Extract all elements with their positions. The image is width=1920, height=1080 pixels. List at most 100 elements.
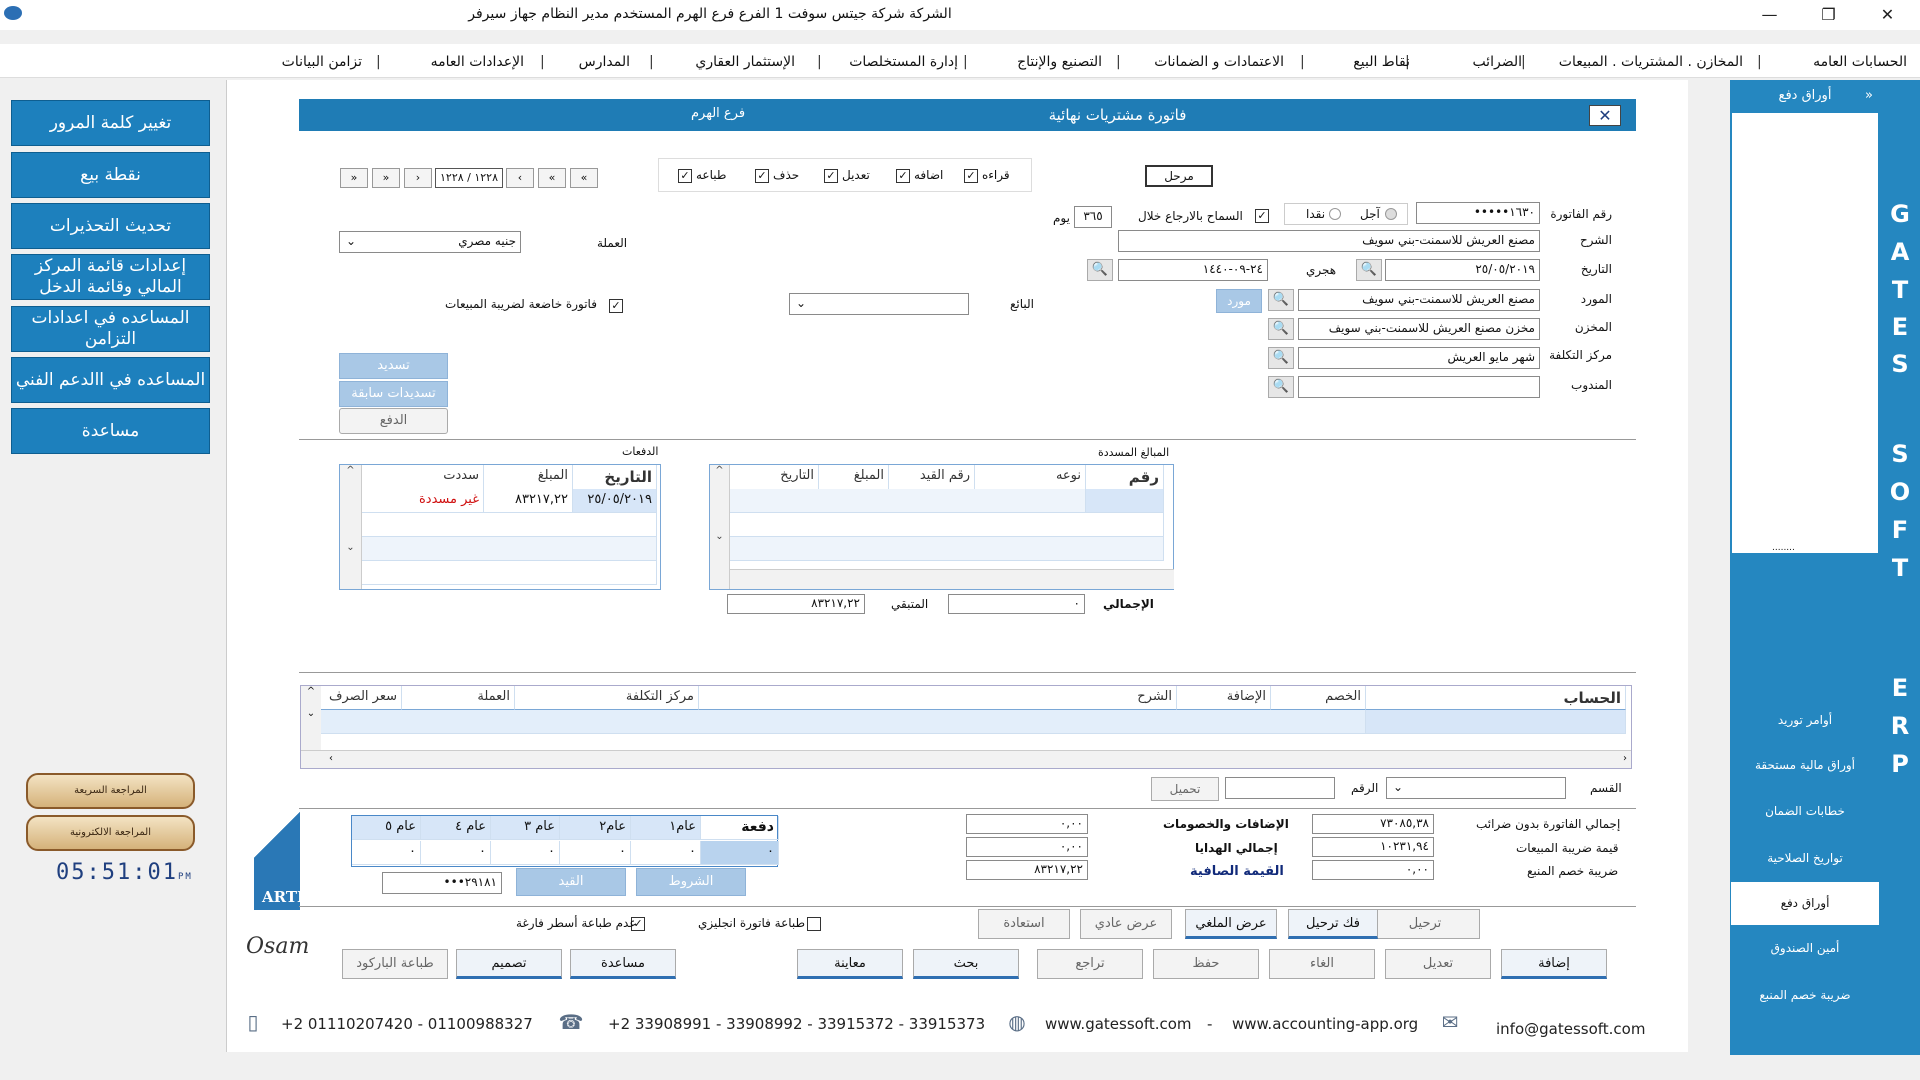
entry-button[interactable]: القيد <box>516 868 626 896</box>
credit-radio[interactable] <box>1385 208 1397 220</box>
pos-button[interactable]: نقطة بيع <box>11 152 210 198</box>
seller-select[interactable]: ⌄ <box>789 293 969 315</box>
menu-general-accounts[interactable]: الحسابات العامه <box>1813 54 1907 70</box>
currency-select[interactable]: جنيه مصري ⌄ <box>339 231 521 253</box>
english-invoice-check[interactable] <box>807 917 821 931</box>
accounts-grid-scrollbar[interactable]: ^ ⌄ <box>301 686 321 750</box>
paid-grid-scrollbar[interactable]: ^ ⌄ <box>710 465 730 589</box>
date-field[interactable]: ٢٥/٠٥/٢٠١٩ <box>1385 259 1540 281</box>
invoice-number-field[interactable]: ١٦٣٠••••• <box>1416 202 1540 224</box>
save-button[interactable]: حفظ <box>1153 949 1259 979</box>
print-barcode-button[interactable]: طباعة الباركود <box>342 949 448 979</box>
perm-add-check[interactable]: ✓ <box>896 169 910 183</box>
footer-website[interactable]: www.gatessoft.com <box>1045 1015 1192 1033</box>
department-select[interactable]: ⌄ <box>1386 777 1566 799</box>
installment-amount-field[interactable]: ٢٩١٨١••• <box>382 872 502 894</box>
supplier-button[interactable]: مورد <box>1216 289 1262 313</box>
electronic-review-button[interactable]: المراجعة الالكترونية <box>26 815 195 851</box>
perm-read-check[interactable]: ✓ <box>964 169 978 183</box>
help-button[interactable]: مساعدة <box>11 408 210 454</box>
paid-grid-hscrollbar[interactable] <box>730 569 1174 589</box>
remaining-field[interactable]: ٨٣٢١٧,٢٢ <box>727 594 865 614</box>
withholding-tax-field[interactable]: ٠,٠٠ <box>1312 860 1434 880</box>
menu-real-estate[interactable]: الإستثمار العقاري <box>695 54 795 70</box>
menu-sync[interactable]: تزامن البيانات <box>282 54 362 70</box>
allow-return-check[interactable]: ✓ <box>1255 209 1269 223</box>
terms-button[interactable]: الشروط <box>636 868 746 896</box>
accounts-grid-hscrollbar[interactable]: ‹ › <box>301 750 1631 768</box>
side-item-cashier[interactable]: أمين الصندوق <box>1731 928 1879 968</box>
post-button[interactable]: ترحيل <box>1370 909 1480 939</box>
show-cancelled-button[interactable]: عرض الملغي <box>1185 909 1277 939</box>
close-window-button[interactable]: ✕ <box>1865 0 1910 30</box>
side-item-expiry-dates[interactable]: تواريخ الصلاحية <box>1731 838 1879 878</box>
nav-prev2-button[interactable]: « <box>538 168 566 188</box>
maximize-button[interactable]: ❐ <box>1806 0 1851 30</box>
perm-delete-check[interactable]: ✓ <box>755 169 769 183</box>
previous-payments-button[interactable]: تسديدات سابقة <box>339 381 448 407</box>
perm-print-check[interactable]: ✓ <box>678 169 692 183</box>
record-counter[interactable]: ١٢٢٨ / ١٢٢٨ <box>435 168 503 188</box>
payment-button[interactable]: الدفع <box>339 408 448 434</box>
add-button[interactable]: إضافة <box>1501 949 1607 979</box>
undo-button[interactable]: تراجع <box>1037 949 1143 979</box>
perm-edit-check[interactable]: ✓ <box>824 169 838 183</box>
cost-center-field[interactable]: شهر مايو العريش <box>1298 347 1540 369</box>
sync-help-button[interactable]: المساعده في اعدادات التزامن <box>11 306 210 352</box>
installments-grid-scrollbar[interactable]: ^ ⌄ <box>340 465 362 589</box>
restore-button[interactable]: استعادة <box>978 909 1070 939</box>
installments-grid[interactable]: التاريخ المبلغ سددت ٢٥/٠٥/٢٠١٩ ٨٣٢١٧,٢٢ … <box>339 464 661 590</box>
return-days-field[interactable]: ٣٦٥ <box>1074 206 1112 228</box>
menu-taxes[interactable]: الضرائب <box>1472 54 1522 70</box>
nav-first-button[interactable]: « <box>570 168 598 188</box>
menu-general-settings[interactable]: الإعدادات العامه <box>431 54 524 70</box>
number-field[interactable] <box>1225 777 1335 799</box>
help-action-button[interactable]: مساعدة <box>570 949 676 979</box>
support-help-button[interactable]: المساعده في االدعم الفني <box>11 357 210 403</box>
side-item-payment-papers[interactable]: أوراق دفع <box>1731 882 1879 925</box>
vat-field[interactable]: ١٠٢٣١,٩٤ <box>1312 837 1434 857</box>
sales-tax-check[interactable]: ✓ <box>609 299 623 313</box>
cash-radio[interactable] <box>1329 208 1341 220</box>
dialog-close-button[interactable]: ✕ <box>1589 105 1621 126</box>
description-field[interactable]: مصنع العريش للاسمنت-بني سويف <box>1118 230 1540 252</box>
collapse-icon[interactable]: » <box>1865 82 1873 110</box>
menu-stores[interactable]: المخازن . المشتريات . المبيعات <box>1559 54 1743 70</box>
nav-next-button[interactable]: › <box>404 168 432 188</box>
yearly-installments-grid[interactable]: دفعة عام١ عام٢ عام ٣ عام ٤ عام ٥ ٠ ٠ ٠ ٠… <box>351 815 779 867</box>
side-item-supply-orders[interactable]: أوامر توريد <box>1731 700 1879 740</box>
rep-search-icon[interactable]: 🔍 <box>1268 376 1294 398</box>
edit-button[interactable]: تعديل <box>1385 949 1491 979</box>
normal-view-button[interactable]: عرض عادي <box>1080 909 1172 939</box>
unpost-button[interactable]: فك ترحيل <box>1288 909 1378 939</box>
design-button[interactable]: تصميم <box>456 949 562 979</box>
cost-center-search-icon[interactable]: 🔍 <box>1268 347 1294 369</box>
net-value-field[interactable]: ٨٣٢١٧,٢٢ <box>966 860 1088 880</box>
menu-manufacturing[interactable]: التصنيع والإنتاج <box>1017 54 1102 70</box>
hijri-date-field[interactable]: ٢٤-٠٩-١٤٤٠ <box>1118 259 1268 281</box>
change-password-button[interactable]: تغيير كلمة المرور <box>11 100 210 146</box>
pay-button[interactable]: تسديد <box>339 353 448 379</box>
side-item-withholding-tax[interactable]: ضريبة خصم المنبع <box>1731 975 1879 1015</box>
supplier-search-icon[interactable]: 🔍 <box>1268 289 1294 311</box>
paid-amounts-grid[interactable]: رقم نوعه رقم القيد المبلغ التاريخ ^ ⌄ <box>709 464 1174 590</box>
store-search-icon[interactable]: 🔍 <box>1268 318 1294 340</box>
menu-pos[interactable]: نقاط البيع <box>1353 54 1410 70</box>
menu-credits[interactable]: الاعتمادات و الضمانات <box>1154 54 1284 70</box>
paid-total-field[interactable]: ٠ <box>948 594 1085 614</box>
supplier-field[interactable]: مصنع العريش للاسمنت-بني سويف <box>1298 289 1540 311</box>
nav-last-button[interactable]: » <box>340 168 368 188</box>
nav-prev-button[interactable]: ‹ <box>506 168 534 188</box>
additions-field[interactable]: ٠,٠٠ <box>966 814 1088 834</box>
side-item-due-papers[interactable]: أوراق مالية مستحقة <box>1731 745 1879 785</box>
store-field[interactable]: مخزن مصنع العريش للاسمنت-بني سويف <box>1298 318 1540 340</box>
minimize-button[interactable]: — <box>1747 0 1792 30</box>
quick-review-button[interactable]: المراجعة السريعة <box>26 773 195 809</box>
search-button[interactable]: بحث <box>913 949 1019 979</box>
footer-email[interactable]: info@gatessoft.com <box>1496 1020 1645 1038</box>
before-tax-total-field[interactable]: ٧٣٠٨٥,٣٨ <box>1312 814 1434 834</box>
menu-schools[interactable]: المدارس <box>579 54 630 70</box>
hijri-search-icon[interactable]: 🔍 <box>1087 259 1113 281</box>
rep-field[interactable] <box>1298 376 1540 398</box>
update-warnings-button[interactable]: تحديث التحذيرات <box>11 203 210 249</box>
